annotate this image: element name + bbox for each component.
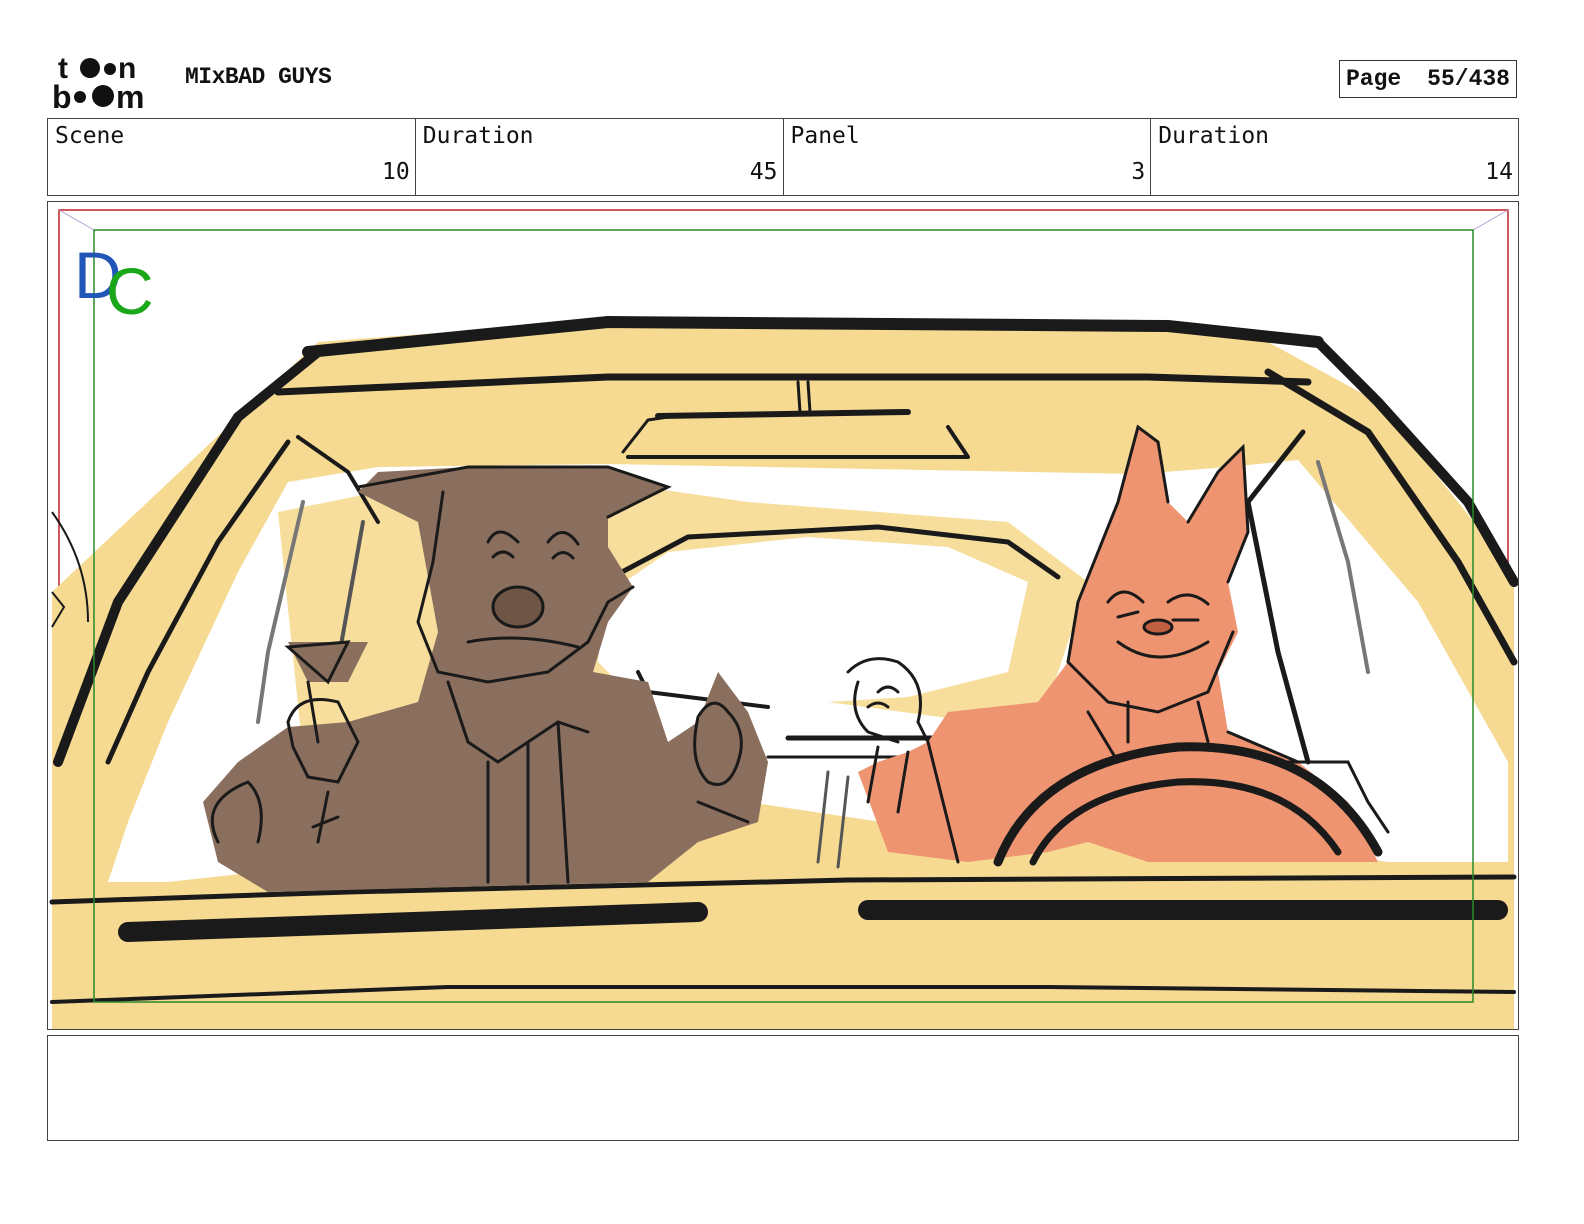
panel-duration-label: Duration xyxy=(1158,123,1270,149)
scene-label: Scene xyxy=(55,123,125,149)
page-indicator: Page 55/438 xyxy=(1339,60,1517,98)
info-row: Scene 10 Duration 45 Panel 3 Duration 14 xyxy=(47,118,1519,196)
panel-artwork: D C xyxy=(49,209,1518,1029)
notes-box xyxy=(47,1035,1519,1141)
scene-duration-cell: Duration 45 xyxy=(416,119,784,195)
panel-value: 3 xyxy=(1131,159,1146,185)
svg-text:b: b xyxy=(52,79,72,112)
dc-watermark: D C xyxy=(74,238,154,328)
scene-cell: Scene 10 xyxy=(48,119,416,195)
dc-letter-c: C xyxy=(106,254,154,328)
storyboard-panel: D C xyxy=(47,201,1519,1030)
panel-duration-cell: Duration 14 xyxy=(1151,119,1518,195)
panel-duration-value: 14 xyxy=(1485,159,1513,185)
scene-value: 10 xyxy=(382,159,410,185)
project-title: MIxBAD GUYS xyxy=(185,64,332,90)
panel-cell: Panel 3 xyxy=(784,119,1152,195)
panel-label: Panel xyxy=(790,123,860,149)
page-label: Page xyxy=(1346,66,1402,92)
svg-text:m: m xyxy=(116,79,144,112)
page-value: 55/438 xyxy=(1427,66,1510,92)
scene-duration-label: Duration xyxy=(422,123,534,149)
scene-duration-value: 45 xyxy=(749,159,778,185)
toon-boom-logo: t n b m xyxy=(50,50,165,115)
